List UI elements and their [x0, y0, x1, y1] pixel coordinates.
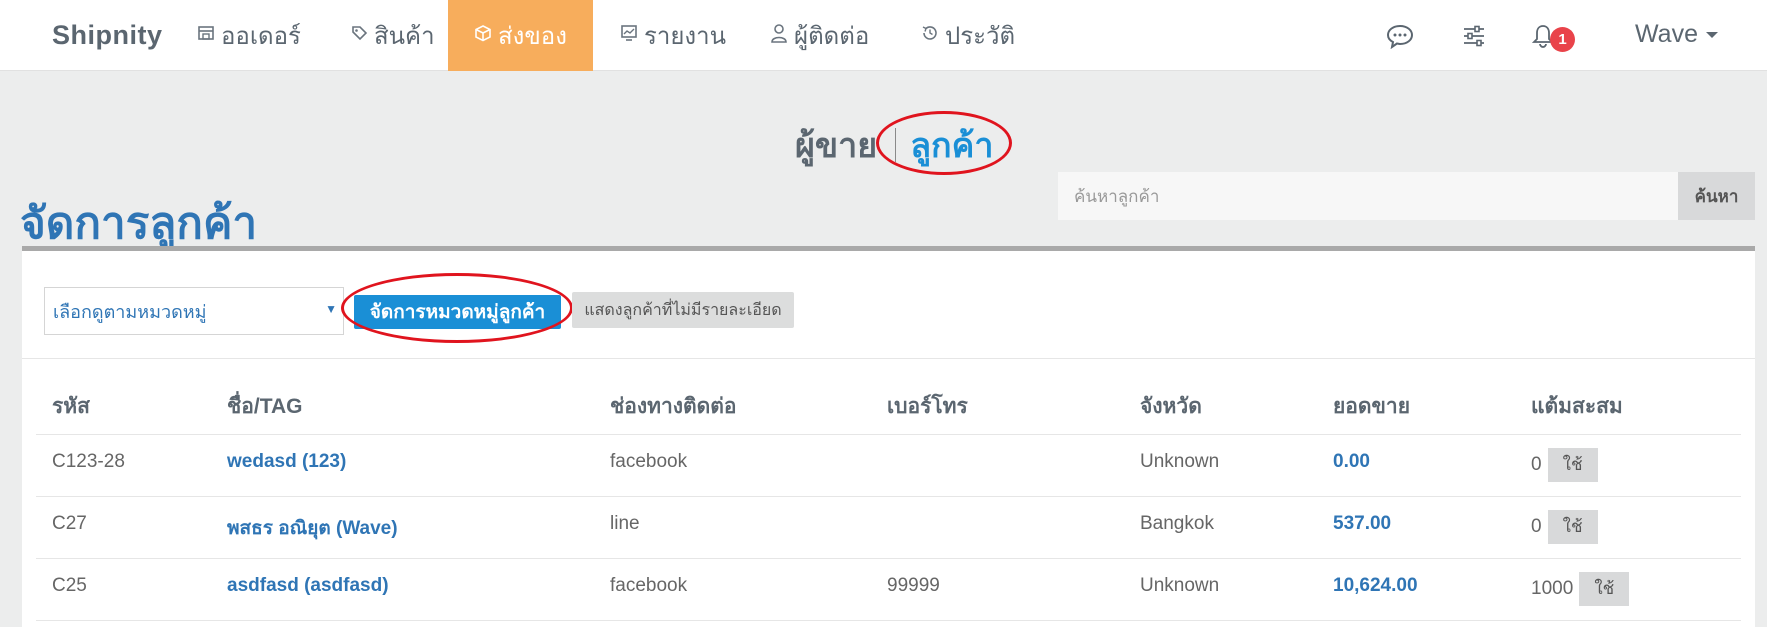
user-icon [770, 23, 788, 48]
row-3-use-button[interactable]: ใช้ [1579, 572, 1630, 606]
row-2-name[interactable]: พสธร อณิยุต (Wave) [227, 513, 398, 543]
row-2-code: C27 [52, 513, 87, 534]
row-3-points-value: 1000 [1531, 578, 1574, 599]
row-3-code: C25 [52, 575, 87, 596]
row-3-province: Unknown [1140, 575, 1220, 596]
header-name: ชื่อ/TAG [227, 395, 303, 418]
category-select[interactable]: เลือกดูตามหมวดหมู่ ▼ [44, 287, 344, 335]
row-2-points-value: 0 [1531, 516, 1542, 537]
user-name: Wave [1635, 20, 1698, 48]
nav-shipping-label: ส่งของ [498, 23, 567, 50]
header-divider [36, 434, 1741, 435]
tag-icon [350, 24, 368, 47]
row-divider [36, 620, 1741, 621]
switch-divider [895, 128, 897, 162]
row-2-use-button[interactable]: ใช้ [1547, 510, 1598, 544]
row-2-points: 0 ใช้ [1531, 510, 1598, 544]
row-3-sales[interactable]: 10,624.00 [1333, 575, 1418, 597]
nav-reports-label: รายงาน [644, 23, 727, 50]
brand-logo[interactable]: Shipnity [52, 20, 163, 51]
row-1-name[interactable]: wedasd (123) [227, 451, 346, 473]
row-3-phone: 99999 [887, 575, 940, 596]
header-channel: ช่องทางติดต่อ [610, 395, 737, 418]
row-divider [36, 558, 1741, 559]
row-1-use-button[interactable]: ใช้ [1547, 448, 1598, 482]
seller-customer-switch: ผู้ขาย ลูกค้า [795, 118, 993, 172]
chat-icon[interactable] [1386, 0, 1414, 71]
chart-icon [620, 24, 638, 47]
nav-products-label: สินค้า [374, 23, 435, 50]
settings-sliders-icon[interactable] [1462, 0, 1486, 71]
row-1-sales[interactable]: 0.00 [1333, 451, 1370, 473]
row-3-channel: facebook [610, 575, 688, 596]
nav-reports[interactable]: รายงาน [606, 0, 740, 71]
dropdown-arrow-icon: ▼ [325, 302, 337, 316]
history-icon [921, 24, 939, 47]
store-icon [197, 24, 215, 47]
search-button[interactable]: ค้นหา [1678, 172, 1755, 220]
row-3-name[interactable]: asdfasd (asdfasd) [227, 575, 389, 597]
header-code: รหัส [52, 395, 90, 418]
nav-history[interactable]: ประวัติ [907, 0, 1029, 71]
search-placeholder: ค้นหาลูกค้า [1074, 186, 1160, 206]
nav-history-label: ประวัติ [945, 23, 1016, 50]
switch-customer[interactable]: ลูกค้า [910, 118, 993, 172]
row-3-points: 1000 ใช้ [1531, 572, 1630, 606]
user-menu[interactable]: Wave [1635, 20, 1718, 49]
row-1-points-value: 0 [1531, 454, 1542, 475]
top-navbar: Shipnity ออเดอร์ สินค้า ส่งของ รายงาน ผู… [0, 0, 1767, 71]
notification-badge: 1 [1550, 27, 1575, 52]
nav-contacts-label: ผู้ติดต่อ [794, 23, 870, 50]
nav-products[interactable]: สินค้า [336, 0, 449, 71]
header-phone: เบอร์โทร [887, 395, 968, 418]
row-2-province: Bangkok [1140, 513, 1214, 534]
manage-categories-button[interactable]: จัดการหมวดหมู่ลูกค้า [354, 295, 561, 329]
nav-orders[interactable]: ออเดอร์ [183, 0, 315, 71]
header-sales: ยอดขาย [1333, 395, 1411, 418]
header-points: แต้มสะสม [1531, 395, 1623, 418]
header-province: จังหวัด [1140, 395, 1202, 418]
nav-contacts[interactable]: ผู้ติดต่อ [756, 0, 883, 71]
switch-seller[interactable]: ผู้ขาย [795, 118, 877, 172]
row-2-channel: line [610, 513, 640, 534]
show-no-detail-button[interactable]: แสดงลูกค้าที่ไม่มีรายละเอียด [572, 292, 794, 328]
row-2-sales[interactable]: 537.00 [1333, 513, 1391, 535]
category-select-value: เลือกดูตามหมวดหมู่ [53, 301, 207, 322]
row-1-channel: facebook [610, 451, 688, 472]
row-divider [36, 496, 1741, 497]
nav-orders-label: ออเดอร์ [221, 23, 301, 50]
nav-shipping[interactable]: ส่งของ [448, 0, 593, 71]
panel-divider [22, 358, 1755, 359]
box-icon [474, 24, 492, 47]
row-1-province: Unknown [1140, 451, 1220, 472]
search-input[interactable]: ค้นหาลูกค้า [1058, 172, 1678, 220]
row-1-code: C123-28 [52, 451, 125, 472]
row-1-points: 0 ใช้ [1531, 448, 1598, 482]
chevron-down-icon [1705, 32, 1718, 39]
